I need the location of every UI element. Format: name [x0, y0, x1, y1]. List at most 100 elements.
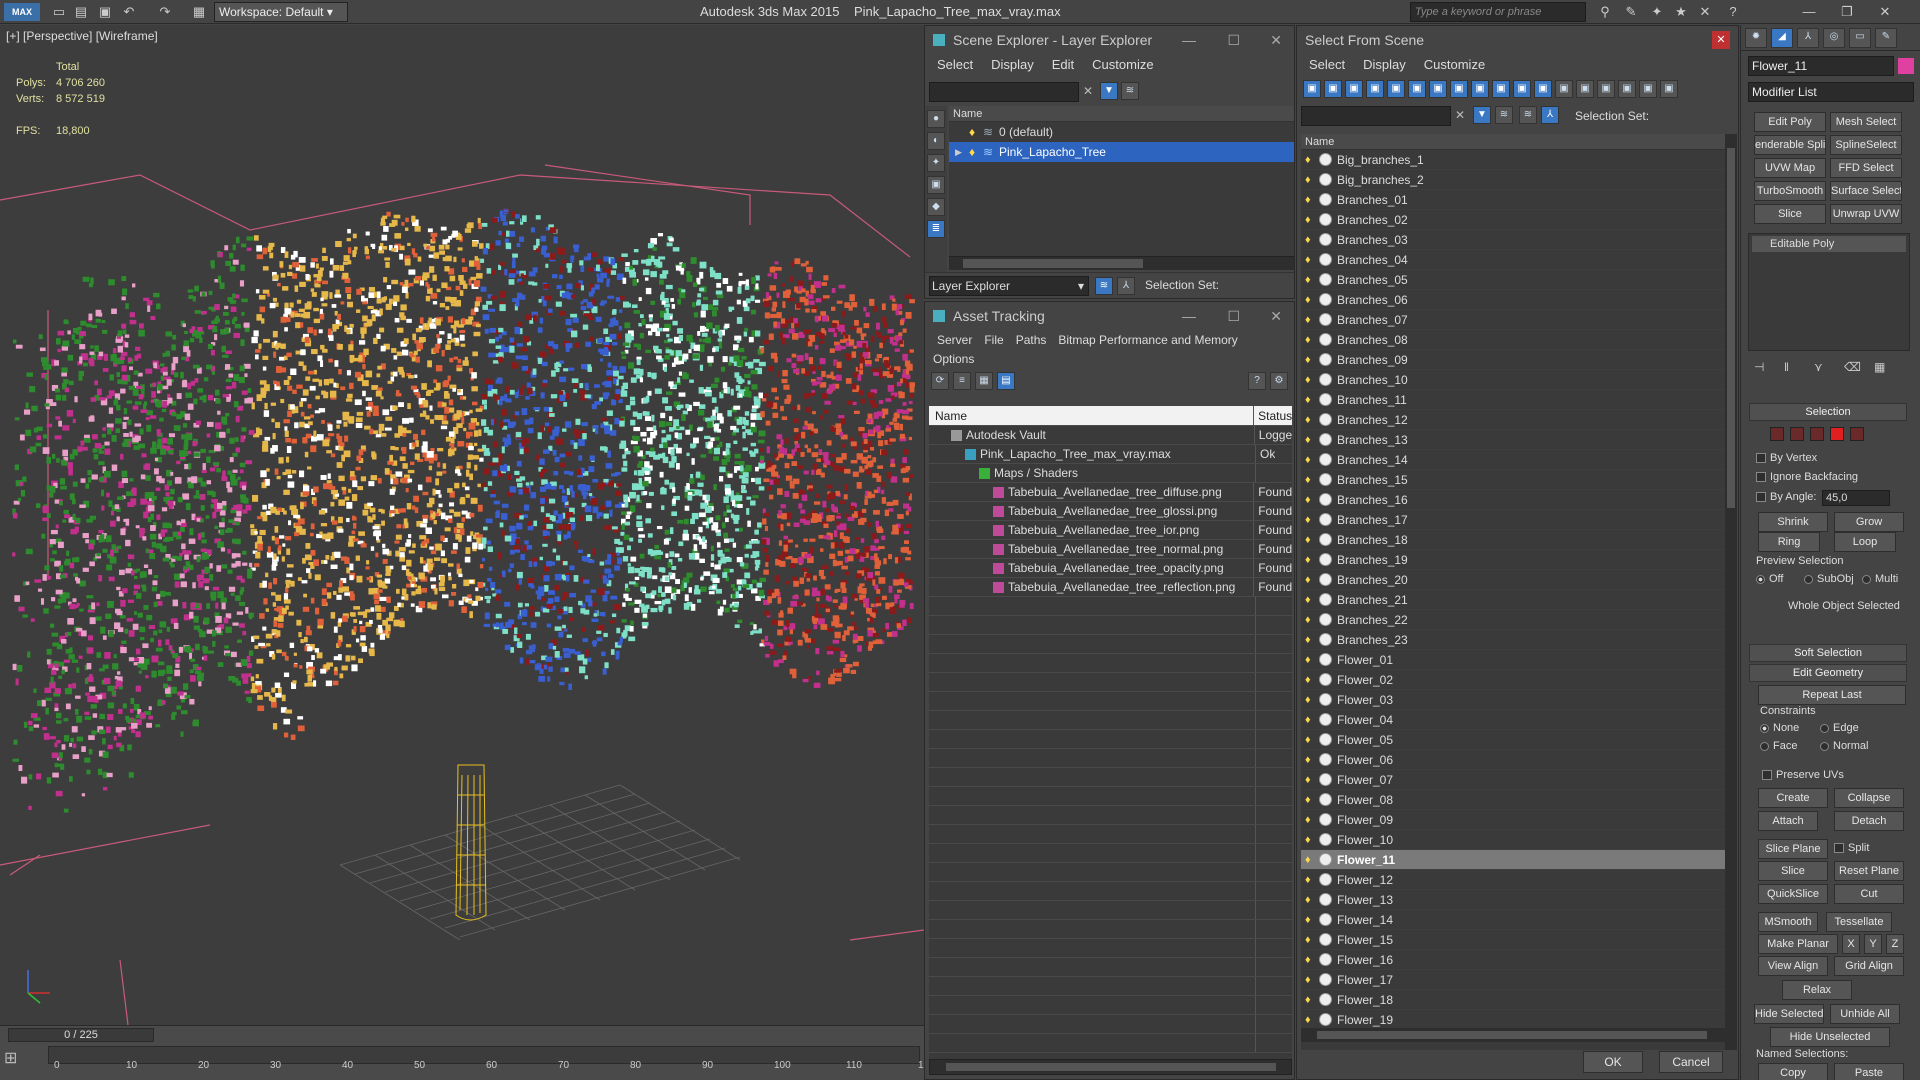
- light-bulb-icon[interactable]: ♦: [1305, 754, 1314, 766]
- new-icon[interactable]: ▭: [50, 3, 68, 21]
- light-bulb-icon[interactable]: ♦: [1305, 414, 1314, 426]
- expand-arrow-icon[interactable]: ▶: [955, 142, 962, 162]
- attach-button[interactable]: Attach: [1758, 811, 1818, 831]
- display-helpers-icon[interactable]: ◆: [927, 198, 945, 216]
- light-bulb-icon[interactable]: ♦: [1305, 674, 1314, 686]
- edge-icon[interactable]: [1790, 427, 1804, 441]
- object-row[interactable]: ♦ Branches_17: [1301, 510, 1725, 530]
- radio-button[interactable]: [1862, 574, 1871, 584]
- close-icon[interactable]: ✕: [1270, 302, 1282, 330]
- element-icon[interactable]: [1850, 427, 1864, 441]
- menu-item[interactable]: Edit: [1052, 54, 1074, 76]
- display-columns-icon[interactable]: ▣: [1660, 80, 1678, 98]
- ignore-backfacing-label-row[interactable]: Ignore Backfacing: [1756, 471, 1858, 483]
- display-hidden-icon[interactable]: ▣: [1534, 80, 1552, 98]
- light-bulb-icon[interactable]: ♦: [1305, 654, 1314, 666]
- display-cameras-icon[interactable]: ▣: [927, 176, 945, 194]
- light-bulb-icon[interactable]: ♦: [969, 122, 975, 142]
- quickslice-button[interactable]: QuickSlice: [1758, 884, 1828, 904]
- object-row[interactable]: ♦ Branches_12: [1301, 410, 1725, 430]
- by-angle-label-row[interactable]: By Angle:: [1756, 491, 1816, 503]
- light-bulb-icon[interactable]: ♦: [1305, 434, 1314, 446]
- display-spacewarps-icon[interactable]: ▣: [1408, 80, 1426, 98]
- object-row[interactable]: ♦ Flower_08: [1301, 790, 1725, 810]
- minimize-icon[interactable]: —: [1800, 3, 1818, 21]
- modifier-button[interactable]: FFD Select: [1830, 158, 1902, 178]
- display-geometry-icon[interactable]: ●: [927, 110, 945, 128]
- light-bulb-icon[interactable]: ♦: [1305, 834, 1314, 846]
- light-bulb-icon[interactable]: ♦: [1305, 334, 1314, 346]
- display-cameras-icon[interactable]: ▣: [1366, 80, 1384, 98]
- tree-model-wireframe[interactable]: [0, 25, 924, 1025]
- light-bulb-icon[interactable]: ♦: [1305, 934, 1314, 946]
- by-vertex-label-row[interactable]: By Vertex: [1756, 452, 1817, 464]
- display-invert-icon[interactable]: ▣: [1597, 80, 1615, 98]
- object-row[interactable]: ♦ Branches_03: [1301, 230, 1725, 250]
- layer-tool-icon[interactable]: ≋: [1495, 106, 1513, 124]
- settings-icon[interactable]: ⚙: [1270, 372, 1288, 390]
- display-helpers-icon[interactable]: ▣: [1387, 80, 1405, 98]
- object-row[interactable]: ♦ Flower_16: [1301, 950, 1725, 970]
- light-bulb-icon[interactable]: ♦: [1305, 454, 1314, 466]
- subscription-icon[interactable]: ✦: [1648, 3, 1666, 21]
- object-row[interactable]: ♦ Branches_16: [1301, 490, 1725, 510]
- search-input[interactable]: Type a keyword or phrase: [1410, 2, 1586, 22]
- object-row[interactable]: ♦ Flower_05: [1301, 730, 1725, 750]
- asset-row[interactable]: Pink_Lapacho_Tree_max_vray.max Ok: [929, 445, 1292, 464]
- soft-selection-rollout[interactable]: Soft Selection: [1749, 644, 1907, 662]
- window-close-icon[interactable]: ✕: [1876, 3, 1894, 21]
- make-unique-icon[interactable]: ⋎: [1814, 360, 1823, 374]
- slice-plane-button[interactable]: Slice Plane: [1758, 839, 1828, 859]
- msmooth-button[interactable]: MSmooth: [1758, 912, 1818, 932]
- time-slider[interactable]: 0 / 225: [8, 1028, 154, 1042]
- save-icon[interactable]: ▣: [96, 3, 114, 21]
- menu-item[interactable]: Display: [991, 54, 1034, 76]
- clear-icon[interactable]: ✕: [1083, 84, 1093, 98]
- object-row[interactable]: ♦ Flower_03: [1301, 690, 1725, 710]
- display-none-icon[interactable]: ▣: [1576, 80, 1594, 98]
- asset-tracking-titlebar[interactable]: Asset Tracking — ☐ ✕: [925, 302, 1294, 330]
- split-label-row[interactable]: Split: [1834, 842, 1869, 854]
- grow-button[interactable]: Grow: [1834, 512, 1904, 532]
- undo-icon[interactable]: ↶: [120, 3, 138, 21]
- scene-explorer-titlebar[interactable]: Scene Explorer - Layer Explorer — ☐ ✕: [925, 26, 1294, 54]
- app-logo[interactable]: MAX: [4, 3, 40, 21]
- object-row[interactable]: ♦ Branches_19: [1301, 550, 1725, 570]
- layer-tool-icon[interactable]: ≋: [1121, 82, 1139, 100]
- perspective-viewport[interactable]: [+] [Perspective] [Wireframe] Total Poly…: [0, 25, 924, 1025]
- display-icon[interactable]: ▭: [1849, 28, 1871, 48]
- object-row[interactable]: ♦ Flower_13: [1301, 890, 1725, 910]
- checkbox[interactable]: [1834, 843, 1844, 854]
- constraint-none-option[interactable]: None: [1760, 722, 1799, 734]
- redo-icon[interactable]: ↷: [156, 3, 174, 21]
- object-row[interactable]: ♦ Branches_10: [1301, 370, 1725, 390]
- object-row[interactable]: ♦ Branches_07: [1301, 310, 1725, 330]
- open-icon[interactable]: ▤: [72, 3, 90, 21]
- thumbnail-view-icon[interactable]: ▦: [975, 372, 993, 390]
- object-row[interactable]: ♦ Branches_14: [1301, 450, 1725, 470]
- collapse-button[interactable]: Collapse: [1834, 788, 1904, 808]
- preview-multi-option[interactable]: Multi: [1862, 573, 1898, 585]
- refresh-icon[interactable]: ⟳: [931, 372, 949, 390]
- preview-off-option[interactable]: Off: [1756, 573, 1783, 585]
- name-column-header[interactable]: Name: [1301, 134, 1725, 150]
- select-from-scene-titlebar[interactable]: Select From Scene ✕: [1297, 26, 1738, 54]
- object-row[interactable]: ♦ Branches_01: [1301, 190, 1725, 210]
- ok-button[interactable]: OK: [1583, 1051, 1643, 1073]
- layer-manager-icon[interactable]: ≋: [1519, 106, 1537, 124]
- planar-z-button[interactable]: Z: [1886, 934, 1904, 954]
- configure-sets-icon[interactable]: ▦: [1874, 360, 1885, 374]
- key-filter-icon[interactable]: ⊞: [4, 1048, 40, 1078]
- object-row[interactable]: ♦ Flower_17: [1301, 970, 1725, 990]
- horizontal-scrollbar[interactable]: [929, 1059, 1292, 1075]
- maximize-icon[interactable]: ☐: [1227, 302, 1240, 330]
- project-icon[interactable]: ▦: [190, 3, 208, 21]
- pin-stack-icon[interactable]: ⊣: [1754, 360, 1764, 374]
- minimize-icon[interactable]: —: [1182, 26, 1196, 54]
- light-bulb-icon[interactable]: ♦: [1305, 574, 1314, 586]
- close-x-icon[interactable]: ✕: [1696, 3, 1714, 21]
- help-icon[interactable]: ?: [1248, 372, 1266, 390]
- light-bulb-icon[interactable]: ♦: [1305, 554, 1314, 566]
- loop-button[interactable]: Loop: [1834, 532, 1896, 552]
- clear-icon[interactable]: ✕: [1455, 108, 1465, 122]
